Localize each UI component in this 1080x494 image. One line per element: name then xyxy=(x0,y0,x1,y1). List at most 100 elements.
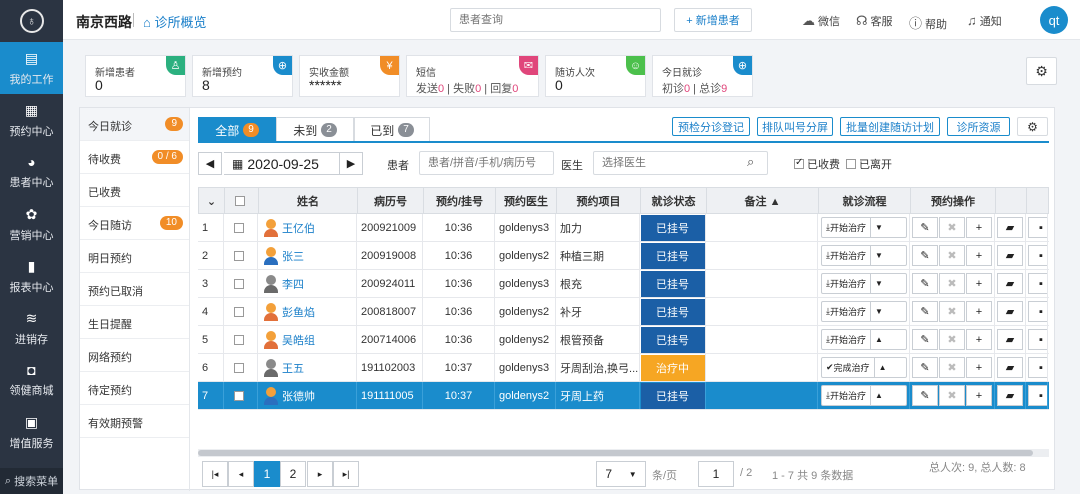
side-item[interactable]: 今日就诊 9 xyxy=(80,108,189,141)
service-link[interactable]: ☊ 客服 xyxy=(856,13,893,29)
nav-item-apps[interactable]: ▣ 增值服务 xyxy=(0,406,63,458)
patient-name-link[interactable]: 吴皓组 xyxy=(282,332,315,348)
page-2-button[interactable]: 2 xyxy=(280,461,306,487)
side-item[interactable]: 待定预约 xyxy=(80,372,189,405)
side-item[interactable]: 待收费 0 / 6 xyxy=(80,141,189,174)
patient-name-cell[interactable]: 吴皓组 xyxy=(258,326,357,353)
add-button[interactable]: + xyxy=(966,301,992,322)
batch-followup-button[interactable]: 批量创建随访计划 xyxy=(840,117,940,136)
treatment-flow-button[interactable]: ⤓ 开始治疗 ▼ xyxy=(821,301,907,322)
row-select-cell[interactable] xyxy=(224,326,258,353)
patient-name-link[interactable]: 王亿伯 xyxy=(282,220,315,236)
edit-button[interactable]: ✎ xyxy=(912,245,938,266)
stat-card-new-patients[interactable]: 新增患者 0 ♙ xyxy=(85,55,186,97)
first-page-button[interactable]: |◂ xyxy=(202,461,228,487)
row-select-cell[interactable] xyxy=(224,270,258,297)
notify-link[interactable]: ♫ 通知 xyxy=(967,13,1002,29)
treatment-flow-button[interactable]: ⤓ 开始治疗 ▲ xyxy=(821,385,907,406)
row-select-cell[interactable] xyxy=(224,354,258,381)
prev-page-button[interactable]: ◂ xyxy=(228,461,254,487)
more-button[interactable]: ▪ xyxy=(1028,301,1047,322)
caret-up-icon[interactable]: ▲ xyxy=(871,335,887,344)
col-status[interactable]: 就诊状态 xyxy=(641,188,707,214)
help-link[interactable]: ⓘ 帮助 xyxy=(909,13,947,32)
nav-item-mall[interactable]: ◘ 领健商城 xyxy=(0,354,63,406)
side-item[interactable]: 已收费 xyxy=(80,174,189,207)
more-button[interactable]: ▪ xyxy=(1028,329,1047,350)
cancel-button[interactable]: ✖ xyxy=(939,301,965,322)
settings-gear-button[interactable]: ⚙ xyxy=(1026,57,1057,85)
next-day-button[interactable]: ▶ xyxy=(339,152,363,175)
edit-button[interactable]: ✎ xyxy=(912,357,938,378)
caret-down-icon[interactable]: ▼ xyxy=(871,223,887,232)
horizontal-scrollbar[interactable] xyxy=(198,449,1049,457)
edit-button[interactable]: ✎ xyxy=(912,301,938,322)
add-button[interactable]: + xyxy=(966,329,992,350)
note-cell[interactable] xyxy=(706,214,818,241)
edit-button[interactable]: ✎ xyxy=(912,385,938,406)
caret-down-icon[interactable]: ▼ xyxy=(871,279,887,288)
table-row[interactable]: 1 王亿伯 200921009 10:36 goldenys3 加力 已挂号 ⤓ 开始治疗 ▼ ✎… xyxy=(198,214,1049,242)
checkbox-icon[interactable] xyxy=(234,306,244,317)
nav-item-chart[interactable]: ▮ 报表中心 xyxy=(0,250,63,302)
checkbox-icon[interactable] xyxy=(234,250,244,261)
expand-column-toggle[interactable]: ⌄ xyxy=(199,188,225,214)
more-button[interactable]: ▪ xyxy=(1028,273,1047,294)
cancel-button[interactable]: ✖ xyxy=(939,217,965,238)
table-row[interactable]: 5 吴皓组 200714006 10:36 goldenys2 根管预备 已挂号 ⤓ 开始治疗… xyxy=(198,326,1049,354)
more-button[interactable]: ▪ xyxy=(1028,245,1047,266)
treatment-flow-button[interactable]: ✔ 完成治疗 ▲ xyxy=(821,357,907,378)
checkbox-icon[interactable] xyxy=(234,278,244,289)
side-item[interactable]: 网络预约 xyxy=(80,339,189,372)
more-button[interactable]: ▪ xyxy=(1028,385,1047,406)
charged-checkbox[interactable]: 已收费 xyxy=(794,156,840,172)
page-1-button[interactable]: 1 xyxy=(254,461,280,487)
nav-item-marketing[interactable]: ✿ 营销中心 xyxy=(0,198,63,250)
table-row[interactable]: 4 彭鱼焰 200818007 10:36 goldenys2 补牙 已挂号 ⤓ 开始治疗 ▼ ✎… xyxy=(198,298,1049,326)
cancel-button[interactable]: ✖ xyxy=(939,329,965,350)
side-item[interactable]: 预约已取消 xyxy=(80,273,189,306)
wechat-link[interactable]: ☁ 微信 xyxy=(802,13,840,29)
patient-name-cell[interactable]: 王亿伯 xyxy=(258,214,357,241)
add-button[interactable]: + xyxy=(966,357,992,378)
add-button[interactable]: + xyxy=(966,273,992,294)
add-patient-button[interactable]: + 新增患者 xyxy=(674,8,752,32)
user-avatar[interactable]: qt xyxy=(1040,6,1068,34)
caret-down-icon[interactable]: ▼ xyxy=(871,307,887,316)
clinic-overview-link[interactable]: ⌂ 诊所概览 xyxy=(143,12,207,31)
stat-card-new-appointments[interactable]: 新增预约 8 ⊕ xyxy=(192,55,293,97)
nav-item-calendar[interactable]: ▦ 预约中心 xyxy=(0,94,63,146)
patient-name-link[interactable]: 王五 xyxy=(282,360,304,376)
nav-item-workbench[interactable]: ▤ 我的工作 xyxy=(0,42,63,94)
tab-absent[interactable]: 未到 2 xyxy=(276,117,354,142)
patient-name-cell[interactable]: 张德帅 xyxy=(258,382,357,409)
row-select-cell[interactable] xyxy=(224,214,258,241)
edit-button[interactable]: ✎ xyxy=(912,273,938,294)
col-record[interactable]: 病历号 xyxy=(358,188,424,214)
row-select-cell[interactable] xyxy=(224,242,258,269)
message-button[interactable]: ▰ xyxy=(997,329,1023,350)
patient-name-link[interactable]: 张德帅 xyxy=(282,388,315,404)
more-button[interactable]: ▪ xyxy=(1028,217,1047,238)
stat-card-sms[interactable]: 短信 发送0 | 失败0 | 回复0 ✉ xyxy=(406,55,539,97)
note-cell[interactable] xyxy=(706,382,818,409)
flow-action[interactable]: ⤓ 开始治疗 xyxy=(822,246,871,265)
col-registration[interactable]: 预约/挂号 xyxy=(424,188,496,214)
menu-search[interactable]: ⌕ 搜索菜单 xyxy=(0,468,63,494)
note-cell[interactable] xyxy=(706,326,818,353)
stat-card-revenue[interactable]: 实收金额 ****** ¥ xyxy=(299,55,400,97)
add-button[interactable]: + xyxy=(966,385,992,406)
col-note[interactable]: 备注 ▲ xyxy=(707,188,819,214)
patient-name-cell[interactable]: 张三 xyxy=(258,242,357,269)
triage-register-button[interactable]: 预检分诊登记 xyxy=(672,117,750,136)
cancel-button[interactable]: ✖ xyxy=(939,245,965,266)
caret-down-icon[interactable]: ▼ xyxy=(871,251,887,260)
checkbox-icon[interactable] xyxy=(234,390,244,401)
last-page-button[interactable]: ▸| xyxy=(333,461,359,487)
queue-screen-button[interactable]: 排队叫号分屏 xyxy=(757,117,833,136)
cancel-button[interactable]: ✖ xyxy=(939,273,965,294)
flow-action[interactable]: ⤓ 开始治疗 xyxy=(822,274,871,293)
cancel-button[interactable]: ✖ xyxy=(939,385,965,406)
side-item[interactable]: 今日随访 10 xyxy=(80,207,189,240)
message-button[interactable]: ▰ xyxy=(997,357,1023,378)
